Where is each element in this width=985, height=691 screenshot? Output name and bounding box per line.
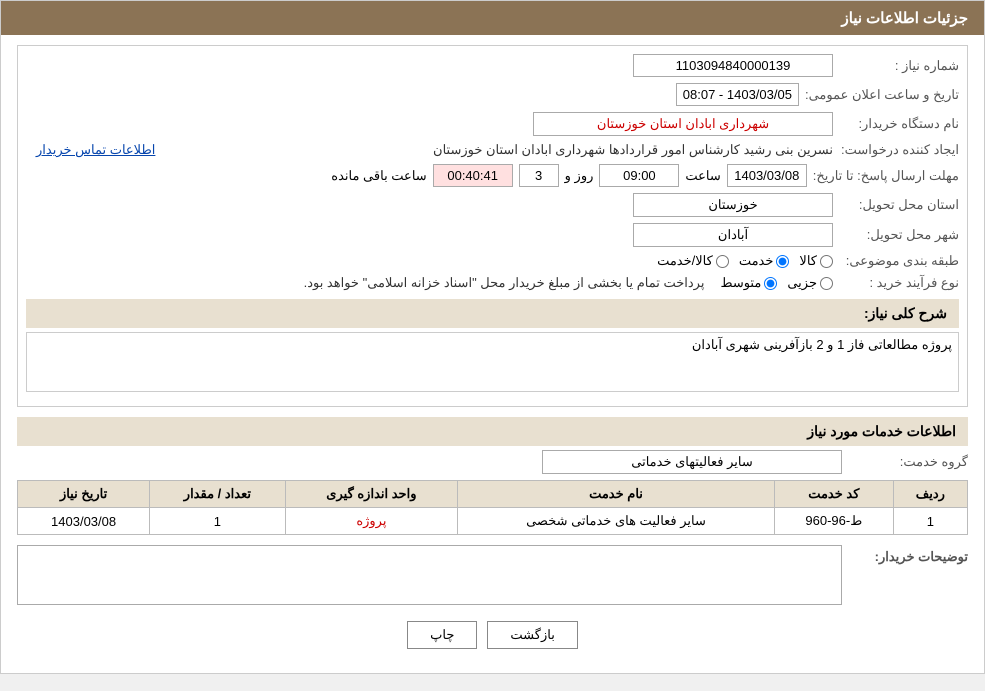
ijad-konande-value: نسرین بنی رشید کارشناس امور قراردادها شه… [161,142,833,158]
col-tarikh: تاریخ نیاز [18,481,150,508]
main-content: شماره نیاز : 1103094840000139 تاریخ و سا… [1,35,984,673]
col-radif: ردیف [893,481,967,508]
radio-motavasset-input[interactable] [764,277,777,290]
now-row: نوع فرآیند خرید : جزیی متوسط پرداخت تمام… [26,275,959,291]
back-button[interactable]: بازگشت [487,621,577,649]
mohlet-saat-value: 09:00 [599,164,679,187]
ostan-label: استان محل تحویل: [839,197,959,213]
now-radio-group: جزیی متوسط [720,275,833,291]
page-wrapper: جزئیات اطلاعات نیاز شماره نیاز : 1103094… [0,0,985,674]
radio-kala-khadamat[interactable]: کالا/خدمت [657,253,729,269]
ostan-value: خوزستان [633,193,833,217]
cell-radif: 1 [893,508,967,535]
cell-vahed: پروژه [285,508,457,535]
shahr-row: شهر محل تحویل: آبادان [26,223,959,247]
cell-tarikh: 1403/03/08 [18,508,150,535]
radio-khadamat-input[interactable] [776,255,789,268]
ostan-row: استان محل تحویل: خوزستان [26,193,959,217]
mohlet-label: مهلت ارسال پاسخ: تا تاریخ: [813,168,959,184]
nam-dastgah-value: شهرداری ابادان استان خوزستان [533,112,833,136]
button-row: بازگشت چاپ [17,611,968,663]
radio-motavasset[interactable]: متوسط [720,275,777,291]
buyer-desc-label: توضیحات خریدار: [848,545,968,565]
goroh-value: سایر فعالیتهای خدماتی [542,450,842,474]
now-label: نوع فرآیند خرید : [839,275,959,291]
radio-kala-khadamat-label: کالا/خدمت [657,253,713,269]
cell-name: سایر فعالیت های خدماتی شخصی [458,508,775,535]
shomare-niaz-label: شماره نیاز : [839,58,959,74]
radio-kala-khadamat-input[interactable] [716,255,729,268]
nam-dastgah-row: نام دستگاه خریدار: شهرداری ابادان استان … [26,112,959,136]
radio-kala[interactable]: کالا [799,253,833,269]
tabaqe-radio-group: کالا خدمت کالا/خدمت [657,253,833,269]
mohlet-saat-label: ساعت [685,168,720,184]
col-name: نام خدمت [458,481,775,508]
radio-jozii-input[interactable] [820,277,833,290]
tarikh-value: 1403/03/05 - 08:07 [676,83,799,106]
shomare-niaz-value: 1103094840000139 [633,54,833,77]
buyer-description-textarea[interactable] [17,545,842,605]
radio-khadamat-label: خدمت [739,253,774,269]
info-section: شماره نیاز : 1103094840000139 تاریخ و سا… [17,45,968,407]
radio-jozii-label: جزیی [787,275,817,291]
col-kod: کد خدمت [774,481,893,508]
radio-kala-label: کالا [799,253,817,269]
now-description: پرداخت تمام یا بخشی از مبلغ خریدار محل "… [304,275,705,291]
buyer-desc-row: توضیحات خریدار: [17,545,968,605]
ijad-konande-label: ایجاد کننده درخواست: [839,142,959,158]
tabaqe-label: طبقه بندی موضوعی: [839,253,959,269]
mohlet-row: مهلت ارسال پاسخ: تا تاریخ: 1403/03/08 سا… [26,164,959,187]
shahr-label: شهر محل تحویل: [839,227,959,243]
shomare-row: شماره نیاز : 1103094840000139 [26,54,959,77]
sharh-value: پروژه مطالعاتی فاز 1 و 2 بازآفرینی شهری … [33,337,952,353]
col-vahed: واحد اندازه گیری [285,481,457,508]
goroh-row: گروه خدمت: سایر فعالیتهای خدماتی [17,450,968,474]
radio-khadamat[interactable]: خدمت [739,253,790,269]
mohlet-baqi-label: ساعت باقی مانده [331,168,426,184]
mohlet-countdown: 00:40:41 [433,164,513,187]
radio-kala-input[interactable] [820,255,833,268]
mohlet-rooz-value: 3 [519,164,559,187]
table-row: 1ط-96-960سایر فعالیت های خدماتی شخصیپروژ… [18,508,968,535]
cell-tedad: 1 [150,508,286,535]
page-header: جزئیات اطلاعات نیاز [1,1,984,35]
shahr-value: آبادان [633,223,833,247]
sharh-section-title: شرح کلی نیاز: [26,299,959,328]
khadamat-label: اطلاعات خدمات مورد نیاز [807,423,956,439]
page-title: جزئیات اطلاعات نیاز [842,10,969,27]
sharh-box: پروژه مطالعاتی فاز 1 و 2 بازآفرینی شهری … [26,332,959,392]
cell-kod: ط-96-960 [774,508,893,535]
radio-jozii[interactable]: جزیی [787,275,833,291]
khadamat-section-title: اطلاعات خدمات مورد نیاز [17,417,968,446]
mohlet-date: 1403/03/08 [727,164,807,187]
ijad-konande-row: ایجاد کننده درخواست: نسرین بنی رشید کارش… [26,142,959,158]
services-table: ردیف کد خدمت نام خدمت واحد اندازه گیری ت… [17,480,968,535]
tabaqe-row: طبقه بندی موضوعی: کالا خدمت کالا/خدمت [26,253,959,269]
print-button[interactable]: چاپ [407,621,477,649]
radio-motavasset-label: متوسط [720,275,761,291]
nam-dastgah-label: نام دستگاه خریدار: [839,116,959,132]
sharh-label: شرح کلی نیاز: [864,305,947,321]
col-tedad: تعداد / مقدار [150,481,286,508]
goroh-label: گروه خدمت: [848,454,968,470]
mohlet-rooz-label: روز و [565,168,594,184]
etelaat-tamas-link[interactable]: اطلاعات تماس خریدار [36,142,155,158]
tarikh-row: تاریخ و ساعت اعلان عمومی: 1403/03/05 - 0… [26,83,959,106]
tarikh-label: تاریخ و ساعت اعلان عمومی: [805,87,959,103]
